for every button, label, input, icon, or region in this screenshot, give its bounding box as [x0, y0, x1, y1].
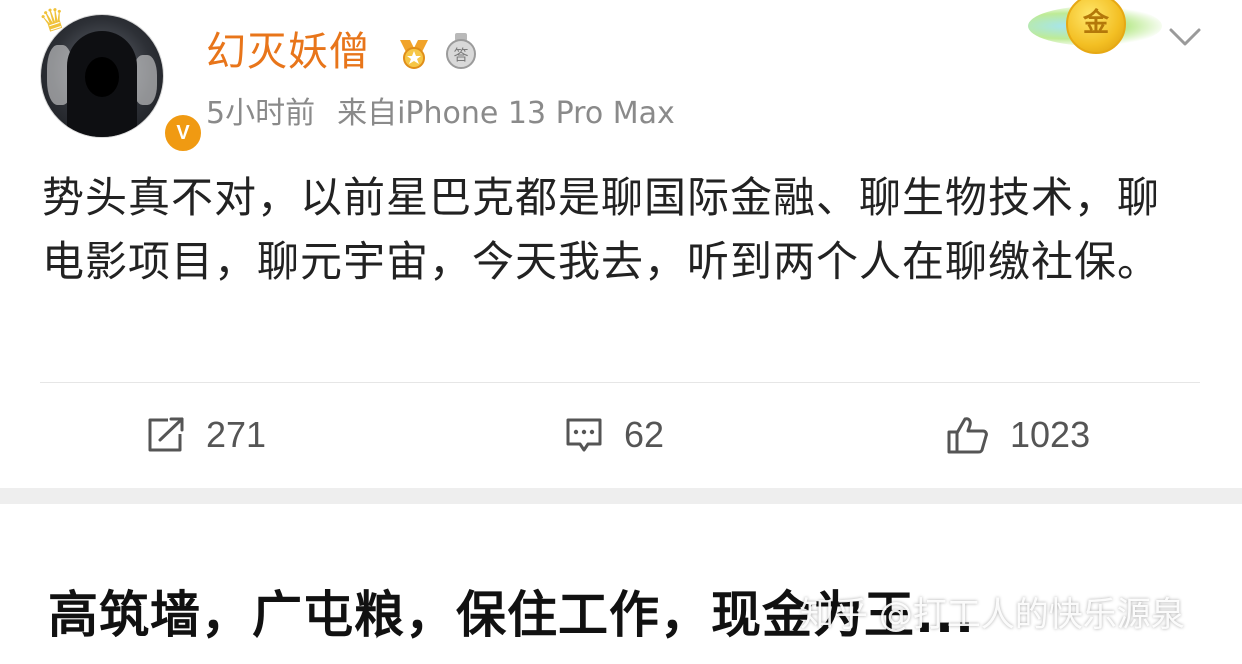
username[interactable]: 幻灭妖僧	[206, 26, 370, 78]
chevron-down-icon[interactable]	[1168, 24, 1202, 50]
like-button[interactable]: 1023	[946, 410, 1090, 460]
crown-icon: ♛	[35, 0, 72, 42]
repost-button[interactable]: 271	[146, 410, 266, 460]
rank-icon: 答	[446, 33, 476, 69]
section-separator	[0, 488, 1242, 504]
comment-count: 62	[624, 414, 665, 455]
thumbs-up-icon	[947, 417, 988, 454]
repost-icon	[148, 417, 184, 452]
like-count: 1023	[1010, 414, 1091, 455]
repost-count: 271	[206, 414, 267, 455]
verified-badge: V	[162, 112, 204, 154]
post-body-text: 势头真不对，以前星巴克都是聊国际金融、聊生物技术，聊电影项目，聊元宇宙，今天我去…	[42, 173, 1161, 286]
user-avatar[interactable]: ♛ V	[35, 0, 204, 154]
weibo-post-card: ♛ V 幻灭妖僧 答 5小时前 来自iPhone 13 Pro Max 金 势头真…	[0, 0, 1242, 488]
gold-coin-icon: 金	[1066, 0, 1126, 54]
post-timestamp: 5小时前	[206, 96, 316, 131]
post-meta: 5小时前 来自iPhone 13 Pro Max	[206, 94, 675, 134]
action-divider	[40, 382, 1200, 383]
medal-icon	[400, 40, 428, 69]
comment-icon	[566, 418, 602, 452]
svg-text:答: 答	[453, 46, 468, 64]
gold-badge[interactable]: 金	[1028, 0, 1162, 56]
post-source: 来自iPhone 13 Pro Max	[337, 96, 675, 131]
zhihu-watermark: 知乎 @打工人的快乐源泉	[800, 595, 1185, 635]
comment-button[interactable]: 62	[564, 410, 664, 460]
